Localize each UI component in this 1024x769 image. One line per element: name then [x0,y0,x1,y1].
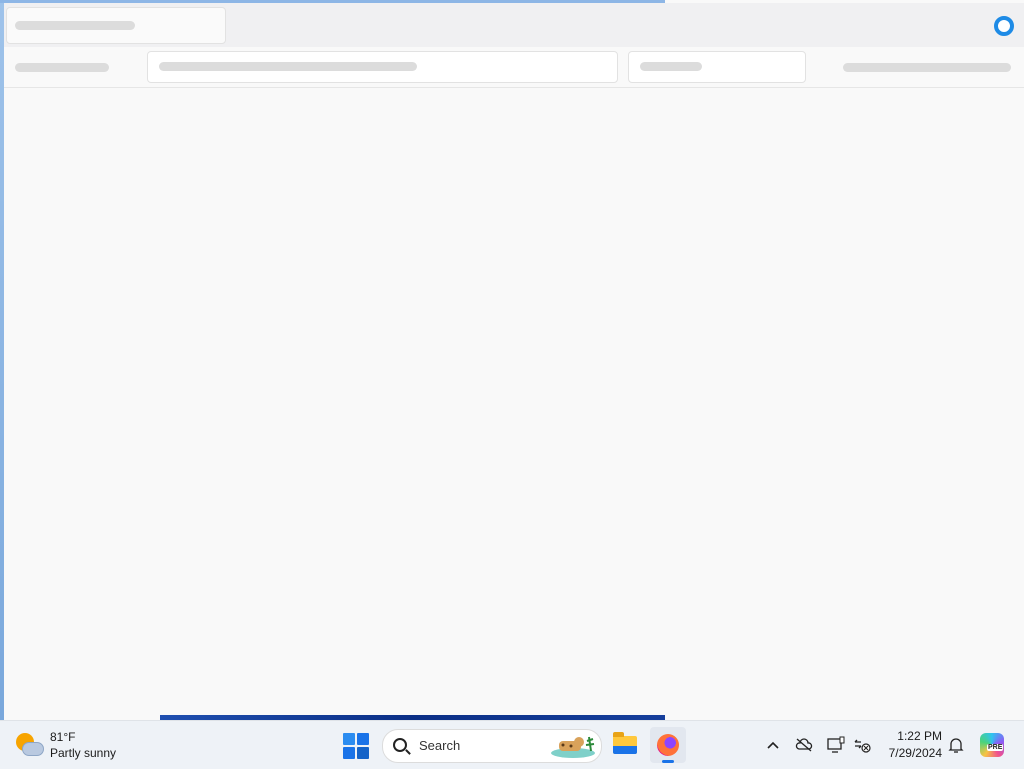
toolbar-label-placeholder [15,63,109,72]
tab-placeholder[interactable] [6,7,226,44]
app-window [4,3,1024,715]
tab-title-placeholder [15,21,135,30]
toolbar [4,47,1024,88]
firefox-button[interactable] [650,727,686,763]
clock-date: 7/29/2024 [888,746,942,760]
search-label: Search [419,738,461,753]
search-field-placeholder[interactable] [628,51,806,83]
display-icon[interactable] [826,735,846,755]
system-clock[interactable]: 1:22 PM 7/29/2024 [880,728,942,762]
clock-time: 1:22 PM [897,729,942,743]
loading-spinner-icon [994,16,1014,36]
file-explorer-button[interactable] [607,727,643,763]
weather-condition: Partly sunny [50,746,117,760]
weather-widget[interactable]: 81°F Partly sunny [14,727,164,763]
chevron-up-icon[interactable] [763,735,783,755]
toolbar-actions-placeholder [843,63,1011,72]
firefox-icon [657,734,679,756]
partly-sunny-icon [14,731,44,759]
search-icon [393,738,407,752]
address-field-placeholder[interactable] [147,51,618,83]
search-highlight-icon [551,736,595,758]
start-button[interactable] [343,733,369,759]
taskbar: 81°F Partly sunny Search 1:22 PM 7/29/20… [0,720,1024,769]
active-app-indicator [662,760,674,763]
copilot-badge: PRE [987,744,1004,751]
weather-temperature: 81°F [50,730,76,744]
folder-icon [613,732,637,754]
search-text-placeholder [640,62,702,71]
address-text-placeholder [159,62,417,71]
onedrive-offline-icon[interactable] [794,735,814,755]
network-icon[interactable] [852,735,872,755]
taskbar-search[interactable]: Search [382,729,602,763]
copilot-button[interactable]: PRE [980,733,1004,757]
notification-bell-icon[interactable] [946,735,966,755]
title-bar [4,3,1024,47]
content-area [4,88,1024,715]
